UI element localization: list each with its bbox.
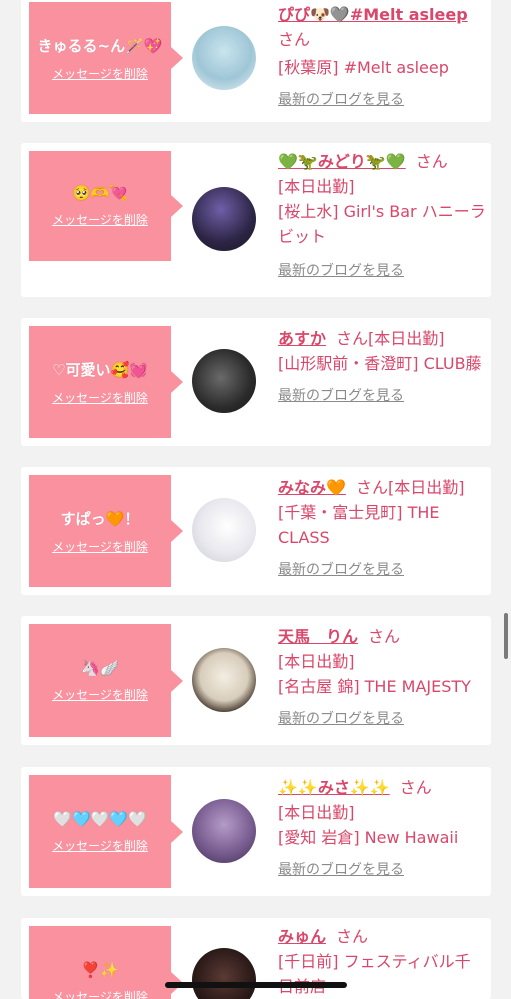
delete-message-link[interactable]: メッセージを削除: [52, 211, 148, 228]
message-bubble: きゅるる~ん🪄💖 メッセージを削除: [29, 2, 183, 114]
delete-message-link[interactable]: メッセージを削除: [52, 389, 148, 406]
scrollbar[interactable]: [504, 613, 508, 659]
message-text: ❣️✨: [81, 960, 119, 979]
avatar[interactable]: [192, 498, 256, 562]
status-label: [本日出勤]: [387, 478, 465, 497]
avatar[interactable]: [192, 349, 256, 413]
status-label: [本日出勤]: [368, 329, 445, 348]
cast-name-link[interactable]: みゅん: [278, 927, 326, 946]
message-bubble: ♡可愛い🥰💓 メッセージを削除: [29, 326, 183, 438]
shop-name: [名古屋 錦] THE MAJESTY: [278, 677, 471, 696]
cast-name-link[interactable]: 天馬 りん: [278, 627, 358, 646]
message-card: きゅるる~ん🪄💖 メッセージを削除 ぴぴ🐶🩶#Melt asleep さん [秋…: [21, 0, 491, 122]
shop-name: [桜上水] Girl's Bar ハニーラビット: [278, 202, 486, 246]
avatar[interactable]: [192, 26, 256, 90]
cast-name-link[interactable]: ✨✨みさ✨✨: [278, 778, 390, 797]
latest-blog-link[interactable]: 最新のブログを見る: [278, 558, 486, 583]
avatar[interactable]: [192, 187, 256, 251]
san-label: さん: [336, 927, 369, 946]
cast-name-link[interactable]: みなみ🧡: [278, 478, 346, 497]
latest-blog-link[interactable]: 最新のブログを見る: [278, 384, 486, 409]
san-label: さん: [399, 778, 432, 797]
message-card: 🦄🪽 メッセージを削除 天馬 りん さん [本日出勤] [名古屋 錦] THE M…: [21, 616, 491, 745]
shop-name: [千葉・富士見町] THE CLASS: [278, 503, 440, 547]
message-card: 🥺🫶💘 メッセージを削除 💚🦖みどり🦖💚 さん [本日出勤] [桜上水] Girl…: [21, 143, 491, 297]
san-label: さん: [355, 478, 388, 497]
latest-blog-link[interactable]: 最新のブログを見る: [278, 707, 486, 732]
cast-name-link[interactable]: あすか: [278, 329, 326, 348]
latest-blog-link[interactable]: 最新のブログを見る: [278, 858, 486, 883]
message-text: すぱっ🧡！: [60, 509, 140, 528]
home-indicator[interactable]: [165, 982, 347, 988]
message-card: すぱっ🧡！ メッセージを削除 みなみ🧡 さん[本日出勤] [千葉・富士見町] TH…: [21, 467, 491, 595]
delete-message-link[interactable]: メッセージを削除: [52, 65, 148, 82]
message-bubble: 🤍🩵🤍🩵🤍 メッセージを削除: [29, 775, 183, 888]
delete-message-link[interactable]: メッセージを削除: [52, 837, 148, 854]
shop-name: [愛知 岩倉] New Hawaii: [278, 828, 459, 847]
delete-message-link[interactable]: メッセージを削除: [52, 538, 148, 555]
status-label: [本日出勤]: [278, 803, 355, 822]
message-bubble: すぱっ🧡！ メッセージを削除: [29, 475, 183, 587]
cast-name-link[interactable]: 💚🦖みどり🦖💚: [278, 152, 406, 171]
latest-blog-link[interactable]: 最新のブログを見る: [278, 88, 486, 113]
message-bubble: 🥺🫶💘 メッセージを削除: [29, 151, 183, 261]
san-label: さん: [336, 329, 369, 348]
shop-name: [山形駅前・香澄町] CLUB藤: [278, 354, 482, 373]
message-text: ♡可愛い🥰💓: [52, 360, 148, 379]
san-label: さん: [368, 627, 401, 646]
message-bubble: 🦄🪽 メッセージを削除: [29, 624, 183, 737]
message-text: 🦄🪽: [81, 658, 119, 677]
message-bubble: ❣️✨ メッセージを削除: [29, 926, 183, 999]
san-label: さん: [415, 152, 448, 171]
avatar[interactable]: [192, 648, 256, 712]
status-label: [本日出勤]: [278, 177, 355, 196]
latest-blog-link[interactable]: 最新のブログを見る: [278, 259, 486, 284]
status-label: [本日出勤]: [278, 652, 355, 671]
cast-name-link[interactable]: ぴぴ🐶🩶#Melt asleep: [278, 5, 468, 24]
message-text: 🥺🫶💘: [71, 184, 129, 202]
delete-message-link[interactable]: メッセージを削除: [52, 988, 148, 999]
avatar[interactable]: [192, 948, 256, 999]
shop-name: [千日前] フェスティバル千日前店: [278, 952, 471, 996]
san-label: さん: [278, 30, 311, 49]
avatar[interactable]: [192, 799, 256, 863]
shop-name: [秋葉原] #Melt asleep: [278, 58, 449, 77]
delete-message-link[interactable]: メッセージを削除: [52, 686, 148, 703]
message-card: 🤍🩵🤍🩵🤍 メッセージを削除 ✨✨みさ✨✨ さん [本日出勤] [愛知 岩倉] N…: [21, 767, 491, 896]
message-card: ♡可愛い🥰💓 メッセージを削除 あすか さん[本日出勤] [山形駅前・香澄町] C…: [21, 318, 491, 446]
message-text: きゅるる~ん🪄💖: [37, 36, 163, 55]
message-text: 🤍🩵🤍🩵🤍: [53, 809, 147, 828]
